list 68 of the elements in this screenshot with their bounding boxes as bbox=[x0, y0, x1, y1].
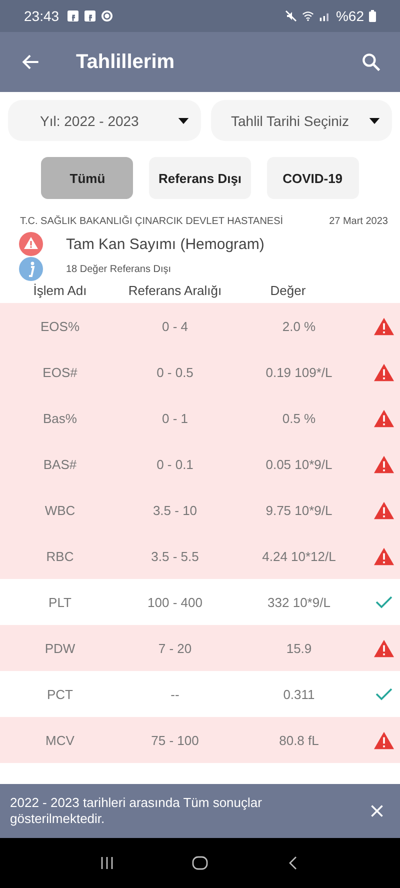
table-cell-text: PDW bbox=[44, 640, 76, 656]
warning-icon bbox=[373, 454, 395, 474]
recent-apps-icon[interactable] bbox=[98, 856, 115, 870]
table-cell-text: EOS# bbox=[42, 364, 78, 380]
warning-icon bbox=[373, 500, 395, 520]
table-cell-text: 0 - 1 bbox=[160, 410, 189, 426]
dropdown[interactable]: Tahlil Tarihi Seçiniz bbox=[211, 100, 392, 141]
snackbar-message: 2022 - 2023 tarihleri arasında Tüm sonuçlar gösterilmektedir. bbox=[10, 795, 263, 827]
screen-title: Tahlillerim bbox=[76, 50, 176, 74]
table-cell-text: 15.9 bbox=[285, 640, 313, 656]
filter-tab[interactable]: Referans Dışı bbox=[149, 157, 251, 199]
report-date: 27 Mart 2023 bbox=[329, 216, 388, 227]
table-cell-text: -- bbox=[170, 686, 180, 702]
table-cell-text: Bas% bbox=[42, 410, 78, 426]
table-cell-text: 3.5 - 10 bbox=[152, 502, 198, 518]
table-cell-text: 0 - 0.1 bbox=[156, 456, 194, 472]
table-cell-text: 332 10*9/L bbox=[266, 594, 332, 610]
table-cell-text: 75 - 100 bbox=[150, 732, 200, 748]
column-header: Değer bbox=[269, 283, 307, 298]
mute-icon bbox=[284, 10, 297, 22]
caret-icon bbox=[178, 118, 189, 124]
home-icon[interactable] bbox=[192, 856, 208, 870]
table-cell-text: PCT bbox=[46, 686, 74, 702]
table-cell-text: MCV bbox=[44, 732, 76, 748]
filter-tab[interactable]: COVID-19 bbox=[266, 157, 359, 199]
table-cell-text: 0 - 0.5 bbox=[156, 364, 194, 380]
battery-icon bbox=[369, 10, 376, 22]
test-name: Tam Kan Sayımı (Hemogram) bbox=[66, 236, 264, 252]
dropdown[interactable]: Yıl: 2022 - 2023 bbox=[8, 100, 201, 141]
table-cell-text: 0.5 % bbox=[281, 410, 317, 426]
notification-icon bbox=[101, 10, 114, 22]
table-cell-text: 0 - 4 bbox=[160, 318, 189, 334]
table-cell-text: 100 - 400 bbox=[146, 594, 204, 610]
filter-tab[interactable]: Tümü bbox=[41, 157, 134, 199]
table-cell-text: 4.24 10*12/L bbox=[261, 548, 337, 564]
summary-text: 18 Değer Referans Dışı bbox=[66, 264, 172, 274]
info-icon bbox=[19, 257, 43, 281]
table-cell-text: EOS% bbox=[39, 318, 80, 334]
battery-level: %62 bbox=[336, 8, 364, 24]
close-icon[interactable] bbox=[370, 804, 384, 818]
warning-icon bbox=[373, 316, 395, 336]
table-cell-text: 0.19 109*/L bbox=[264, 364, 334, 380]
table-cell-text: 3.5 - 5.5 bbox=[150, 548, 200, 564]
warning-icon bbox=[373, 408, 395, 428]
table-cell-text: BAS# bbox=[42, 456, 78, 472]
table-cell-text: 2.0 % bbox=[281, 318, 317, 334]
search-icon[interactable] bbox=[360, 51, 382, 73]
warning-icon bbox=[373, 362, 395, 382]
warning-icon bbox=[373, 638, 395, 658]
warning-icon bbox=[19, 232, 43, 256]
table-cell-text: 0.311 bbox=[282, 686, 316, 702]
notification-icon bbox=[84, 10, 96, 22]
table-cell-text: 0.05 10*9/L bbox=[264, 456, 334, 472]
table-cell-text: PLT bbox=[48, 594, 72, 610]
warning-icon bbox=[373, 546, 395, 566]
table-cell-text: WBC bbox=[44, 502, 76, 518]
table-cell-text: 9.75 10*9/L bbox=[264, 502, 334, 518]
caret-icon bbox=[369, 118, 380, 124]
warning-icon bbox=[373, 730, 395, 750]
table-cell-text: 80.8 fL bbox=[278, 732, 320, 748]
table-cell-text: 7 - 20 bbox=[157, 640, 193, 656]
notification-icon bbox=[67, 10, 80, 22]
hospital-name: T.C. SAĞLIK BAKANLIĞI ÇINARCIK DEVLET HASTANESİ bbox=[20, 216, 284, 227]
clock: 23:43 bbox=[24, 8, 60, 24]
table-cell-text: RBC bbox=[45, 548, 75, 564]
column-header: Referans Aralığı bbox=[127, 283, 223, 298]
wifi-icon bbox=[302, 10, 314, 22]
column-header: İşlem Adı bbox=[32, 283, 88, 298]
